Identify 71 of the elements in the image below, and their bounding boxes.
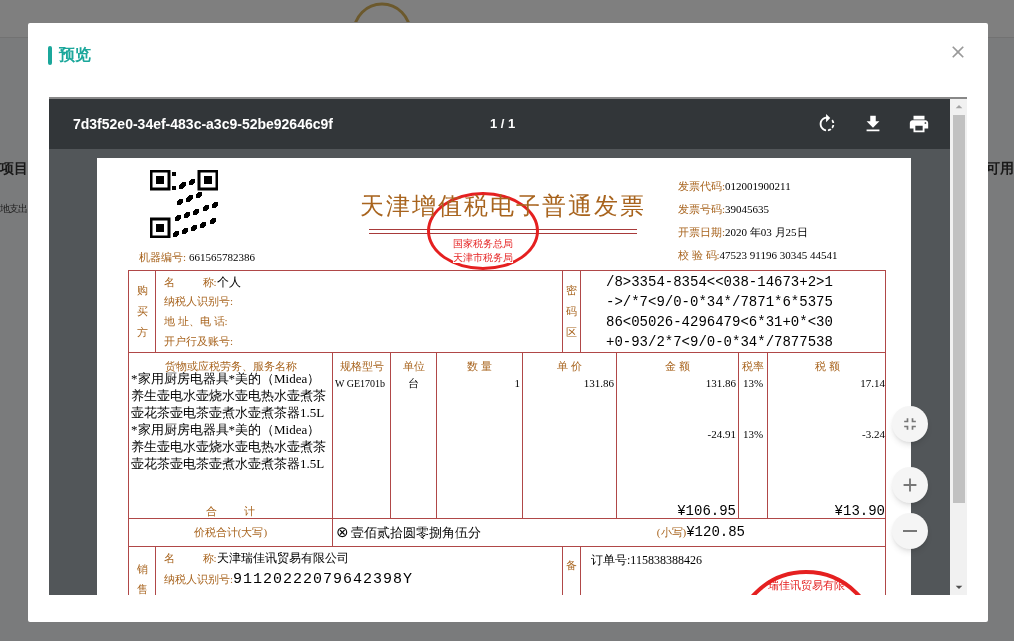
cancel-mark: ⊗ xyxy=(336,523,349,543)
cipher-line: ->/*7<9/0-0*34*/7871*6*5375 xyxy=(606,293,834,312)
field-value: 91120222079642398Y xyxy=(233,570,414,590)
section-label: 销售 xyxy=(136,562,148,595)
table-cell: W GE1701b xyxy=(335,378,386,389)
column-header: 可用 xyxy=(986,159,1014,178)
total-value: ¥120.85 xyxy=(686,523,745,542)
field-label: 价税合计(大写) xyxy=(193,525,268,541)
field-label: 地 址、电 话: xyxy=(164,314,228,329)
column-header: 地支出 xyxy=(0,202,28,216)
field-value: 天津瑞佳讯贸易有限公司 xyxy=(216,550,349,567)
file-title: 7d3f52e0-34ef-483c-a3c9-52be92646c9f xyxy=(73,114,334,134)
field-label: (小写) xyxy=(656,525,687,541)
field-label: 发票号码: xyxy=(678,203,726,215)
table-cell-text: *家用厨房电器具*美的（Midea）养生壶电水壶烧水壶电热水壶煮茶壶花茶壶电茶壶煮水壶煮茶器1.5L xyxy=(131,421,327,472)
total-tax: ¥13.90 xyxy=(834,503,885,519)
cipher-line: +0-93/2*7<9/0-0*34*/7877538 xyxy=(606,333,834,352)
column-header: 数 量 xyxy=(467,360,492,372)
seal-text: 国家税务总局 xyxy=(453,238,513,249)
table-cell: 1 xyxy=(514,377,520,389)
column-header: 单 价 xyxy=(557,360,582,372)
field-value: 012001900211 xyxy=(725,180,791,192)
section-label: 备 xyxy=(566,558,577,573)
table-cell: 台 xyxy=(408,377,419,389)
field-value: 661565782386 xyxy=(189,251,256,263)
column-header: 税率 xyxy=(742,360,764,372)
scroll-thumb[interactable] xyxy=(952,115,965,503)
total-label: 合 计 xyxy=(205,505,256,517)
amount-in-words: 壹佰贰拾圆零捌角伍分 xyxy=(351,523,481,542)
column-header: 税 额 xyxy=(815,360,840,372)
field-label: 名 称: xyxy=(164,551,217,566)
total-amount: ¥106.95 xyxy=(677,503,736,519)
field-label: 纳税人识别号: xyxy=(164,294,234,309)
title-accent xyxy=(48,45,52,65)
field-label: 机器编号: xyxy=(139,251,187,263)
table-cell: 13% xyxy=(742,428,764,440)
section-label: 密码区 xyxy=(566,283,577,340)
column-header: 规格型号 xyxy=(339,360,384,372)
field-value: 2020 年03 月25日 xyxy=(725,226,808,238)
cipher-line: /8>3354-8354<<038-14673+2>1 xyxy=(606,273,834,292)
field-label: 开票日期: xyxy=(678,226,726,238)
column-header: 货物或应税劳务、服务名称 xyxy=(164,360,297,372)
table-cell: -3.24 xyxy=(862,428,885,440)
emblem-icon xyxy=(352,0,412,22)
seal-text: 天津市税务局 xyxy=(453,252,513,263)
field-label: 名 称: xyxy=(164,275,217,290)
field-value: 个人 xyxy=(216,274,241,291)
dialog-title: 预览 xyxy=(59,45,91,65)
table-cell: 17.14 xyxy=(860,377,885,389)
table-cell: 131.86 xyxy=(583,377,614,389)
table-cell: 131.86 xyxy=(705,377,736,389)
section-label: 购买方 xyxy=(136,283,148,340)
column-header: 项目 xyxy=(0,159,28,178)
table-cell: -24.91 xyxy=(707,428,736,440)
field-label: 发票代码: xyxy=(678,180,726,192)
remark-text: 订单号:115838388426 xyxy=(591,553,702,567)
minus-icon xyxy=(903,530,917,532)
field-label: 纳税人识别号: xyxy=(164,572,234,587)
field-value: 47523 91196 30345 44541 xyxy=(719,249,838,261)
scrollbar[interactable] xyxy=(950,99,967,595)
column-header: 金 额 xyxy=(665,360,690,372)
table-cell-text: *家用厨房电器具*美的（Midea）养生壶电水壶烧水壶电热水壶煮茶壶花茶壶电茶壶煮水壶煮茶器1.5L xyxy=(131,371,327,421)
column-header: 单位 xyxy=(402,360,425,372)
qr-code xyxy=(150,170,218,238)
field-label: 校 验 码: xyxy=(678,249,720,261)
cipher-line: 86<05026-4296479<6*31+0*<30 xyxy=(606,313,834,332)
field-label: 开户行及账号: xyxy=(164,334,234,349)
page-counter: 1 / 1 xyxy=(490,115,516,134)
field-value: 39045635 xyxy=(725,203,770,215)
table-cell: 13% xyxy=(742,377,764,389)
print-button[interactable] xyxy=(908,113,931,135)
